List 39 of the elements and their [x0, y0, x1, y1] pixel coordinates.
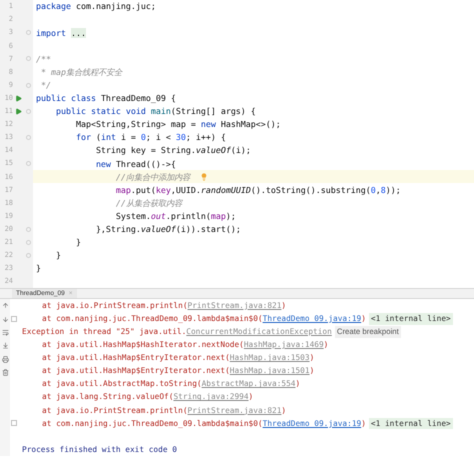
run-icon[interactable] [15, 108, 22, 115]
code-line: public class ThreadDemo_09 { [36, 94, 176, 102]
code-line: package com.nanjing.juc; [36, 2, 156, 11]
arrow-up-icon[interactable] [2, 302, 8, 310]
fold-icon[interactable] [26, 30, 31, 36]
fold-icon[interactable] [26, 252, 31, 258]
code-line: map.put(key,UUID.randomUUID().toString().substring(0,8)); [114, 186, 401, 194]
fold-icon[interactable] [26, 134, 31, 140]
scroll-to-end-icon[interactable] [2, 342, 8, 350]
code-line: */ [40, 80, 51, 90]
code-line: new Thread(()->{ [94, 160, 176, 168]
run-icon[interactable] [15, 94, 22, 102]
code-line: * map集合线程不安全 [40, 68, 122, 76]
code-line: //从集合获取内容 [114, 198, 182, 208]
fold-icon[interactable] [26, 240, 31, 245]
wrap-text-icon[interactable] [2, 329, 8, 336]
code-line: Map<String,String> map = new HashMap<>(); [74, 120, 281, 129]
code-line: System.out.println(map); [114, 212, 236, 220]
fold-icon[interactable] [26, 56, 31, 62]
fold-marker-icon[interactable] [11, 316, 17, 322]
trash-icon[interactable] [2, 369, 8, 376]
code-line: public static void main(String[] args) { [54, 107, 256, 116]
fold-marker-icon[interactable] [11, 420, 17, 426]
fold-icon[interactable] [26, 82, 31, 88]
arrow-down-icon[interactable] [2, 316, 8, 323]
code-line: } [36, 264, 41, 273]
code-line: import ... [36, 28, 86, 37]
fold-icon[interactable] [26, 161, 31, 166]
code-line: String key = String.valueOf(i); [94, 146, 251, 155]
code-line: /** [36, 54, 51, 64]
printer-icon[interactable] [2, 356, 8, 363]
code-line: //向集合中添加内容 [114, 172, 190, 181]
fold-icon[interactable] [26, 226, 31, 232]
code-line: } [74, 238, 81, 246]
fold-icon[interactable] [26, 108, 31, 114]
code-line: },String.valueOf(i)).start(); [94, 224, 241, 234]
lightbulb-icon[interactable] [200, 172, 208, 181]
code-line: } [54, 251, 61, 260]
code-line: for (int i = 0; i < 30; i++) { [74, 133, 226, 142]
